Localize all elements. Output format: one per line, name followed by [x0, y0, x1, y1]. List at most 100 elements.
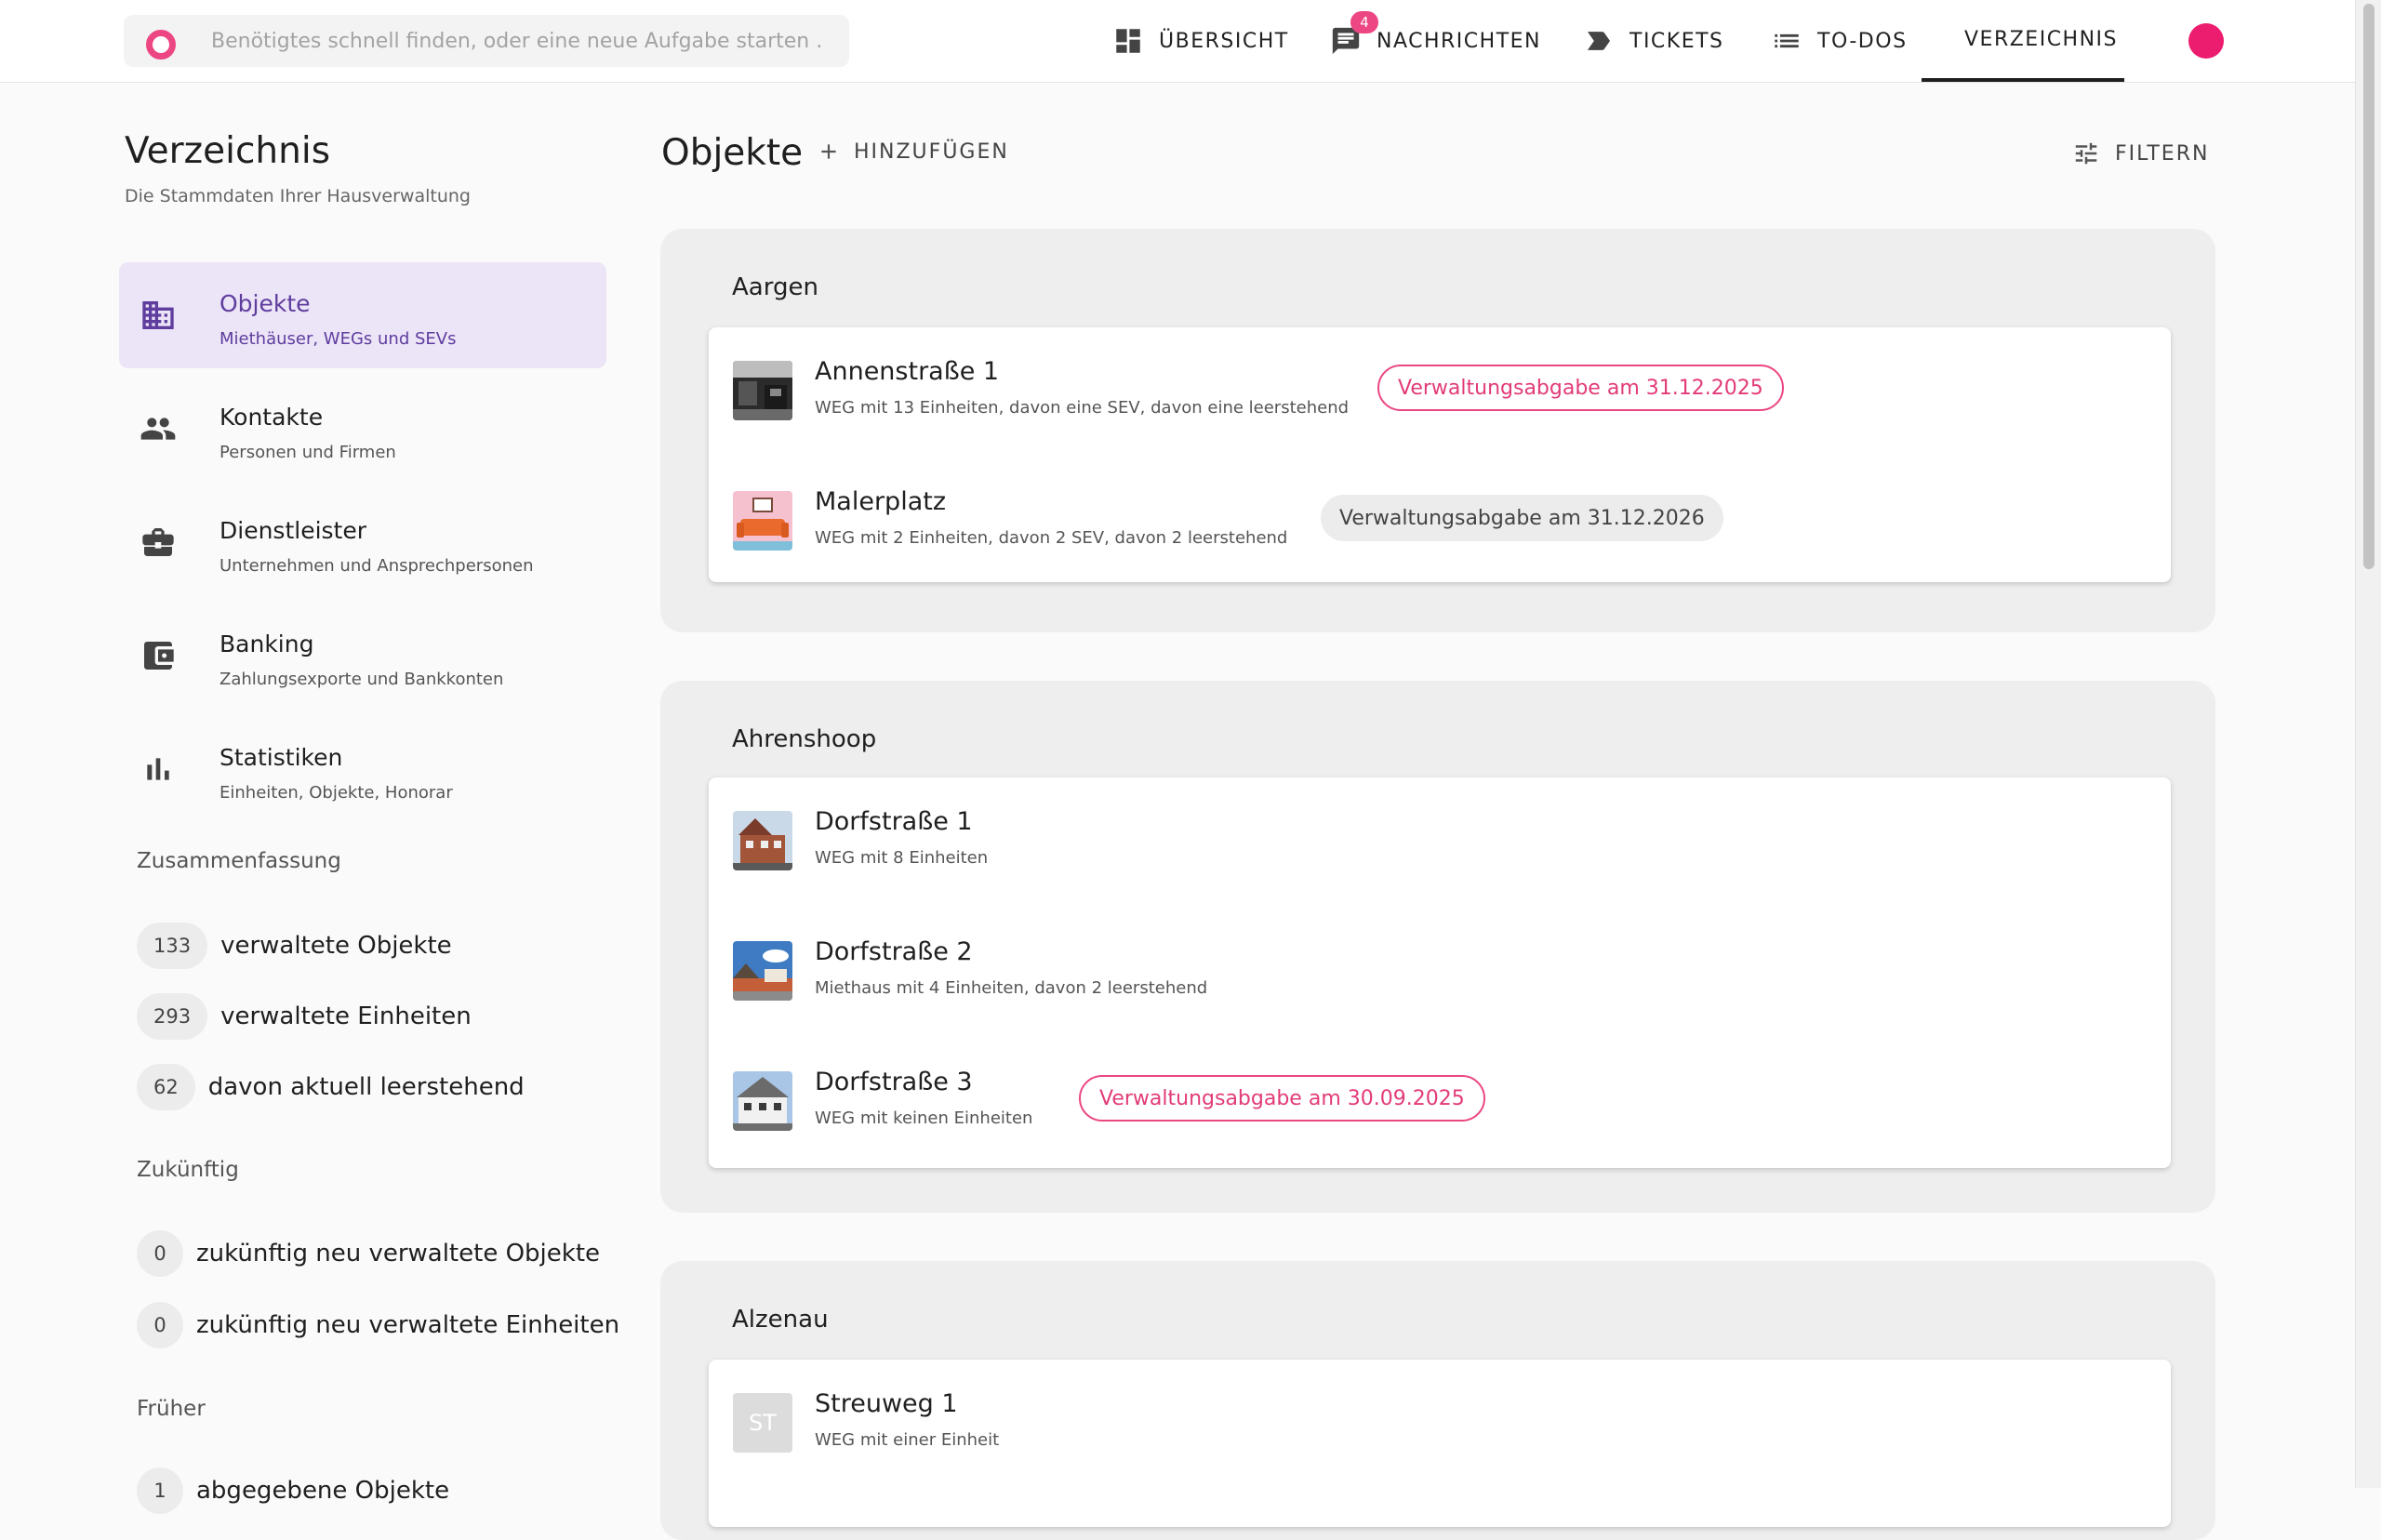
- future-stat: 0 zukünftig neu verwaltete Objekte: [137, 1230, 600, 1277]
- stat-count-chip: 133: [137, 923, 208, 969]
- property-desc: Miethaus mit 4 Einheiten, davon 2 leerst…: [815, 978, 1208, 998]
- sidebar-item-banking[interactable]: Banking Zahlungsexporte und Bankkonten: [119, 603, 606, 709]
- filter-button[interactable]: FILTERN: [2072, 139, 2209, 167]
- sidebar-item-dienstleister[interactable]: Dienstleister Unternehmen und Ansprechpe…: [119, 489, 606, 595]
- nav-label: ÜBERSICHT: [1159, 29, 1289, 53]
- bar-chart-icon: [140, 750, 177, 788]
- sidebar-subtitle: Die Stammdaten Ihrer Hausverwaltung: [125, 186, 471, 206]
- property-card: ST Streuweg 1 WEG mit einer Einheit: [709, 1360, 2171, 1527]
- property-thumbnail: [733, 1071, 792, 1131]
- search-input[interactable]: [209, 22, 823, 60]
- handover-badge: Verwaltungsabgabe am 31.12.2026: [1321, 495, 1723, 541]
- property-desc: WEG mit 2 Einheiten, davon 2 SEV, davon …: [815, 528, 1288, 548]
- location-group: Ahrenshoop Dorfstraße 1 WEG mit 8 Einhei…: [660, 681, 2215, 1213]
- label-icon: [1587, 32, 1611, 50]
- sidebar-item-label: Dienstleister: [219, 517, 367, 544]
- nav-label: NACHRICHTEN: [1377, 29, 1541, 53]
- property-title: Dorfstraße 1: [815, 807, 973, 836]
- property-thumbnail: [733, 361, 792, 420]
- property-row[interactable]: Dorfstraße 1 WEG mit 8 Einheiten: [709, 777, 2171, 908]
- scrollbar-thumb[interactable]: [2363, 4, 2374, 569]
- nav-verzeichnis[interactable]: VERZEICHNIS: [1922, 0, 2124, 82]
- sidebar-item-desc: Zahlungsexporte und Bankkonten: [219, 670, 504, 689]
- sidebar-item-label: Kontakte: [219, 404, 324, 431]
- briefcase-icon: [140, 524, 177, 561]
- stat-label: verwaltete Einheiten: [220, 1002, 472, 1030]
- property-row[interactable]: Malerplatz WEG mit 2 Einheiten, davon 2 …: [709, 458, 2171, 588]
- past-heading: Früher: [137, 1397, 206, 1421]
- people-icon: [140, 410, 177, 447]
- summary-heading: Zusammenfassung: [137, 849, 341, 873]
- nav-label: TICKETS: [1629, 29, 1724, 53]
- nav-label: TO-DOS: [1817, 29, 1908, 53]
- property-row[interactable]: Dorfstraße 3 WEG mit keinen Einheiten Ve…: [709, 1038, 2171, 1168]
- sidebar-item-objekte[interactable]: Objekte Miethäuser, WEGs und SEVs: [119, 262, 606, 368]
- sidebar-item-statistiken[interactable]: Statistiken Einheiten, Objekte, Honorar: [119, 716, 606, 822]
- stat-label: abgegebene Objekte: [196, 1477, 450, 1505]
- add-button[interactable]: HINZUFÜGEN: [817, 139, 1009, 164]
- search-bar[interactable]: [124, 15, 849, 67]
- stat-count-chip: 62: [137, 1064, 195, 1110]
- group-title: Ahrenshoop: [732, 725, 877, 753]
- property-title: Annenstraße 1: [815, 357, 1000, 386]
- handover-badge: Verwaltungsabgabe am 31.12.2025: [1377, 365, 1784, 411]
- list-icon: [1775, 33, 1799, 48]
- property-thumbnail: [733, 491, 792, 551]
- sidebar-item-desc: Miethäuser, WEGs und SEVs: [219, 329, 457, 349]
- group-title: Aargen: [732, 273, 818, 301]
- plus-icon: [821, 144, 836, 159]
- sidebar-item-desc: Personen und Firmen: [219, 443, 396, 462]
- sidebar-title: Verzeichnis: [125, 130, 331, 172]
- wallet-icon: [140, 637, 177, 674]
- nav-nachrichten[interactable]: 4 NACHRICHTEN: [1302, 0, 1569, 82]
- stat-label: zukünftig neu verwaltete Objekte: [196, 1240, 601, 1268]
- property-thumbnail: [733, 811, 792, 870]
- building-icon: [140, 297, 177, 334]
- property-thumbnail: [733, 941, 792, 1001]
- sidebar-item-label: Banking: [219, 631, 314, 657]
- sidebar-item-label: Statistiken: [219, 744, 343, 771]
- group-title: Alzenau: [732, 1306, 829, 1334]
- add-button-label: HINZUFÜGEN: [854, 139, 1009, 164]
- nav-label: VERZEICHNIS: [1964, 27, 2119, 51]
- nav-tickets[interactable]: TICKETS: [1555, 0, 1752, 82]
- summary-stat: 293 verwaltete Einheiten: [137, 993, 472, 1040]
- stat-label: davon aktuell leerstehend: [207, 1073, 525, 1101]
- property-desc: WEG mit keinen Einheiten: [815, 1109, 1033, 1128]
- tune-icon: [2075, 142, 2097, 165]
- sidebar-item-label: Objekte: [219, 290, 311, 317]
- property-title: Dorfstraße 3: [815, 1068, 973, 1096]
- message-count-badge: 4: [1350, 11, 1378, 33]
- nav-todos[interactable]: TO-DOS: [1743, 0, 1935, 82]
- app-logo-icon[interactable]: [146, 30, 176, 60]
- property-desc: WEG mit 8 Einheiten: [815, 848, 989, 868]
- stat-label: zukünftig neu verwaltete Einheiten: [196, 1311, 620, 1339]
- stat-count-chip: 0: [137, 1302, 183, 1348]
- summary-stat: 62 davon aktuell leerstehend: [137, 1064, 525, 1110]
- property-title: Streuweg 1: [815, 1389, 958, 1418]
- property-title: Malerplatz: [815, 487, 946, 516]
- dashboard-icon: [1116, 29, 1140, 53]
- location-group: Alzenau ST Streuweg 1 WEG mit einer Einh…: [660, 1261, 2215, 1540]
- property-row[interactable]: ST Streuweg 1 WEG mit einer Einheit: [709, 1360, 2171, 1490]
- stat-label: verwaltete Objekte: [220, 932, 452, 960]
- scrollbar[interactable]: [2355, 0, 2381, 1488]
- property-row[interactable]: Annenstraße 1 WEG mit 13 Einheiten, davo…: [709, 327, 2171, 458]
- location-group: Aargen Annenstraße 1 WEG mit 13 Einheite…: [660, 229, 2215, 632]
- sidebar-item-kontakte[interactable]: Kontakte Personen und Firmen: [119, 376, 606, 482]
- stat-count-chip: 0: [137, 1230, 183, 1277]
- future-stat: 0 zukünftig neu verwaltete Einheiten: [137, 1302, 619, 1348]
- property-desc: WEG mit 13 Einheiten, davon eine SEV, da…: [815, 398, 1350, 418]
- sidebar-item-desc: Einheiten, Objekte, Honorar: [219, 783, 453, 803]
- filter-button-label: FILTERN: [2115, 141, 2210, 166]
- stat-count-chip: 293: [137, 993, 208, 1040]
- property-initials-avatar: ST: [733, 1393, 792, 1453]
- property-row[interactable]: Dorfstraße 2 Miethaus mit 4 Einheiten, d…: [709, 908, 2171, 1038]
- property-card: Dorfstraße 1 WEG mit 8 Einheiten Dorfstr…: [709, 777, 2171, 1168]
- property-desc: WEG mit einer Einheit: [815, 1430, 1000, 1450]
- handover-badge: Verwaltungsabgabe am 30.09.2025: [1079, 1075, 1485, 1122]
- user-avatar[interactable]: [2188, 23, 2224, 59]
- nav-uebersicht[interactable]: ÜBERSICHT: [1084, 0, 1317, 82]
- property-title: Dorfstraße 2: [815, 937, 973, 966]
- sidebar-item-desc: Unternehmen und Ansprechpersonen: [219, 556, 534, 576]
